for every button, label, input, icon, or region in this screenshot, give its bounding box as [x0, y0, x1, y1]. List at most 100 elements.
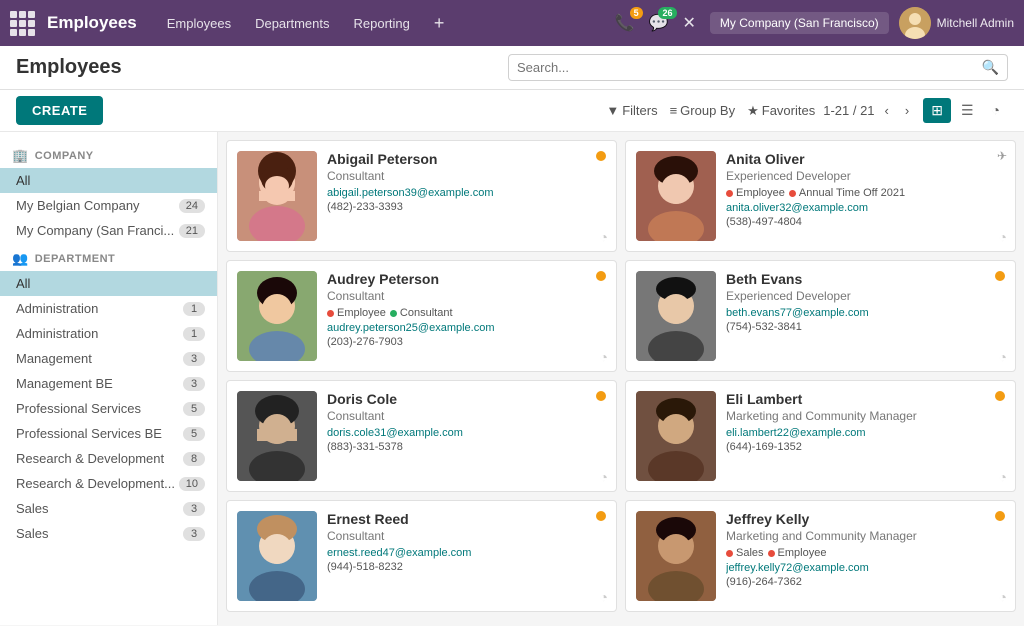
- search-bar[interactable]: 🔍: [508, 54, 1008, 81]
- tag-dot: [768, 550, 775, 557]
- nav-departments[interactable]: Departments: [245, 12, 339, 35]
- user-name[interactable]: Mitchell Admin: [937, 16, 1014, 30]
- status-dot: [596, 271, 606, 281]
- toolbar: CREATE ▼ Filters ≡ Group By ★ Favorites …: [0, 90, 1024, 132]
- employee-card[interactable]: Eli Lambert Marketing and Community Mana…: [625, 380, 1016, 492]
- employee-email[interactable]: abigail.peterson39@example.com: [327, 187, 606, 199]
- sidebar-dept-sales2[interactable]: Sales 3: [0, 521, 217, 546]
- employee-email[interactable]: beth.evans77@example.com: [726, 307, 1005, 319]
- tag-dot: [726, 190, 733, 197]
- company-section-title: 🏢 COMPANY: [0, 140, 217, 168]
- top-nav: Employees Employees Departments Reportin…: [0, 0, 1024, 46]
- sidebar-dept-ps-be[interactable]: Professional Services BE 5: [0, 421, 217, 446]
- chat-icon[interactable]: 💬 26: [645, 9, 673, 37]
- employee-title: Experienced Developer: [726, 169, 1005, 183]
- employee-email[interactable]: eli.lambert22@example.com: [726, 427, 1005, 439]
- card-clock-icon: ◔: [999, 349, 1007, 365]
- content-area: Abigail Peterson Consultant abigail.pete…: [218, 132, 1024, 625]
- sidebar-dept-all[interactable]: All: [0, 271, 217, 296]
- card-info: Beth Evans Experienced Developer beth.ev…: [726, 271, 1005, 333]
- card-info: Doris Cole Consultant doris.cole31@examp…: [327, 391, 606, 453]
- sidebar-company-all[interactable]: All: [0, 168, 217, 193]
- filters-button[interactable]: ▼ Filters: [606, 103, 657, 118]
- create-button[interactable]: CREATE: [16, 96, 103, 125]
- employee-photo: [237, 271, 317, 361]
- search-input[interactable]: [517, 60, 982, 75]
- card-tag: Annual Time Off 2021: [789, 187, 905, 199]
- employee-email[interactable]: jeffrey.kelly72@example.com: [726, 562, 1005, 574]
- employee-email[interactable]: ernest.reed47@example.com: [327, 547, 606, 559]
- employee-card[interactable]: Beth Evans Experienced Developer beth.ev…: [625, 260, 1016, 372]
- sidebar-dept-mgmt[interactable]: Management 3: [0, 346, 217, 371]
- sidebar-dept-sales1[interactable]: Sales 3: [0, 496, 217, 521]
- employee-photo: [237, 151, 317, 241]
- sidebar-dept-rd1[interactable]: Research & Development 8: [0, 446, 217, 471]
- employee-cards-grid: Abigail Peterson Consultant abigail.pete…: [226, 140, 1016, 612]
- close-icon[interactable]: ✕: [679, 9, 700, 37]
- card-clock-icon: ◔: [999, 229, 1007, 245]
- phone-icon[interactable]: 📞 5: [611, 9, 639, 37]
- activity-view-button[interactable]: ◔: [984, 98, 1008, 123]
- sidebar-dept-rd2[interactable]: Research & Development... 10: [0, 471, 217, 496]
- sidebar-company-belgian[interactable]: My Belgian Company 24: [0, 193, 217, 218]
- employee-title: Experienced Developer: [726, 289, 1005, 303]
- card-tags: EmployeeAnnual Time Off 2021: [726, 187, 1005, 199]
- view-toggles: ⊞ ☰ ◔: [923, 98, 1008, 123]
- favorites-button[interactable]: ★ Favorites: [747, 103, 815, 119]
- employee-card[interactable]: Doris Cole Consultant doris.cole31@examp…: [226, 380, 617, 492]
- employee-email[interactable]: doris.cole31@example.com: [327, 427, 606, 439]
- card-info: Anita Oliver Experienced Developer Emplo…: [726, 151, 1005, 228]
- sidebar-company-sf[interactable]: My Company (San Franci... 21: [0, 218, 217, 243]
- nav-employees[interactable]: Employees: [157, 12, 241, 35]
- employee-card[interactable]: Ernest Reed Consultant ernest.reed47@exa…: [226, 500, 617, 612]
- status-dot: [995, 271, 1005, 281]
- brand-name[interactable]: Employees: [47, 13, 137, 33]
- status-dot: [596, 151, 606, 161]
- employee-email[interactable]: audrey.peterson25@example.com: [327, 322, 606, 334]
- star-icon: ★: [747, 103, 759, 119]
- prev-page-button[interactable]: ‹: [879, 101, 895, 120]
- list-view-button[interactable]: ☰: [953, 98, 982, 123]
- employee-name: Anita Oliver: [726, 151, 1005, 167]
- employee-title: Consultant: [327, 169, 606, 183]
- groupby-button[interactable]: ≡ Group By: [670, 103, 736, 118]
- company-selector[interactable]: My Company (San Francisco): [710, 12, 889, 34]
- sidebar-dept-admin1[interactable]: Administration 1: [0, 296, 217, 321]
- dept-section-title: 👥 DEPARTMENT: [0, 243, 217, 271]
- employee-name: Abigail Peterson: [327, 151, 606, 167]
- employee-name: Eli Lambert: [726, 391, 1005, 407]
- employee-photo: [636, 151, 716, 241]
- employee-photo: [636, 511, 716, 601]
- next-page-button[interactable]: ›: [899, 101, 915, 120]
- employee-name: Jeffrey Kelly: [726, 511, 1005, 527]
- nav-reporting[interactable]: Reporting: [344, 12, 420, 35]
- app-grid-icon[interactable]: [10, 11, 35, 36]
- nav-icons: 📞 5 💬 26 ✕ My Company (San Francisco) Mi…: [611, 7, 1014, 39]
- sidebar-dept-mgmt-be[interactable]: Management BE 3: [0, 371, 217, 396]
- nav-plus[interactable]: +: [424, 9, 455, 38]
- sidebar-dept-admin2[interactable]: Administration 1: [0, 321, 217, 346]
- employee-card[interactable]: Anita Oliver Experienced Developer Emplo…: [625, 140, 1016, 252]
- sidebar: 🏢 COMPANY All My Belgian Company 24 My C…: [0, 132, 218, 625]
- employee-card[interactable]: Abigail Peterson Consultant abigail.pete…: [226, 140, 617, 252]
- employee-phone: (644)-169-1352: [726, 441, 1005, 453]
- employee-name: Doris Cole: [327, 391, 606, 407]
- card-info: Audrey Peterson Consultant EmployeeConsu…: [327, 271, 606, 348]
- kanban-view-button[interactable]: ⊞: [923, 98, 951, 123]
- card-clock-icon: ◔: [600, 469, 608, 485]
- pagination: 1-21 / 21 ‹ ›: [823, 101, 915, 120]
- employee-card[interactable]: Audrey Peterson Consultant EmployeeConsu…: [226, 260, 617, 372]
- employee-email[interactable]: anita.oliver32@example.com: [726, 202, 1005, 214]
- sidebar-dept-ps[interactable]: Professional Services 5: [0, 396, 217, 421]
- user-avatar[interactable]: [899, 7, 931, 39]
- secondary-bar: Employees 🔍: [0, 46, 1024, 90]
- main-layout: 🏢 COMPANY All My Belgian Company 24 My C…: [0, 132, 1024, 625]
- filter-icon: ▼: [606, 103, 619, 118]
- card-clock-icon: ◔: [999, 589, 1007, 605]
- pagination-count: 1-21 / 21: [823, 103, 874, 118]
- employee-title: Consultant: [327, 529, 606, 543]
- tag-dot: [789, 190, 796, 197]
- tag-dot: [327, 310, 334, 317]
- employee-name: Ernest Reed: [327, 511, 606, 527]
- employee-card[interactable]: Jeffrey Kelly Marketing and Community Ma…: [625, 500, 1016, 612]
